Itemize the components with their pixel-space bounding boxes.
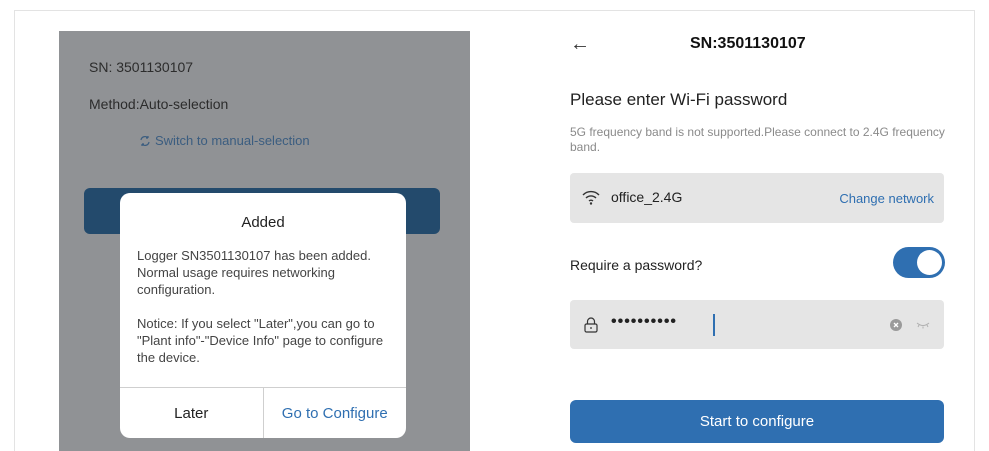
switch-manual-label: Switch to manual-selection	[155, 133, 310, 148]
back-arrow-icon[interactable]: ←	[570, 34, 590, 54]
left-panel-overlay: SN: 3501130107 Method:Auto-selection Swi…	[59, 31, 470, 451]
password-input[interactable]: ••••••••••	[570, 300, 944, 349]
clear-icon[interactable]	[890, 319, 902, 331]
sn-label: SN: 3501130107	[89, 59, 194, 75]
frequency-notice: 5G frequency band is not supported.Pleas…	[570, 125, 945, 154]
dialog-actions: Later Go to Configure	[120, 387, 406, 438]
switch-icon	[140, 135, 150, 146]
require-password-toggle[interactable]	[893, 247, 945, 278]
later-button[interactable]: Later	[120, 388, 264, 438]
eye-closed-icon[interactable]	[916, 321, 930, 329]
added-dialog: Added Logger SN3501130107 has been added…	[120, 193, 406, 438]
dialog-title: Added	[241, 214, 285, 231]
require-password-label: Require a password?	[570, 257, 703, 273]
password-value: ••••••••••	[611, 313, 678, 330]
wifi-network-row: office_2.4G Change network	[570, 173, 944, 223]
switch-manual-link[interactable]: Switch to manual-selection	[139, 133, 310, 148]
toggle-knob	[917, 250, 942, 275]
method-label: Method:Auto-selection	[89, 96, 229, 112]
page-title: SN:3501130107	[690, 35, 806, 52]
wifi-password-title: Please enter Wi-Fi password	[570, 90, 788, 109]
wifi-icon	[582, 190, 600, 205]
dialog-notice: Notice: If you select "Later",you can go…	[137, 316, 384, 365]
go-to-configure-button[interactable]: Go to Configure	[264, 388, 407, 438]
dialog-message: Logger SN3501130107 has been added. Norm…	[137, 248, 371, 297]
change-network-link[interactable]: Change network	[839, 191, 934, 206]
start-configure-button[interactable]: Start to configure	[570, 400, 944, 443]
lock-icon	[584, 317, 598, 333]
text-cursor	[713, 314, 715, 336]
ssid-label: office_2.4G	[611, 189, 683, 205]
